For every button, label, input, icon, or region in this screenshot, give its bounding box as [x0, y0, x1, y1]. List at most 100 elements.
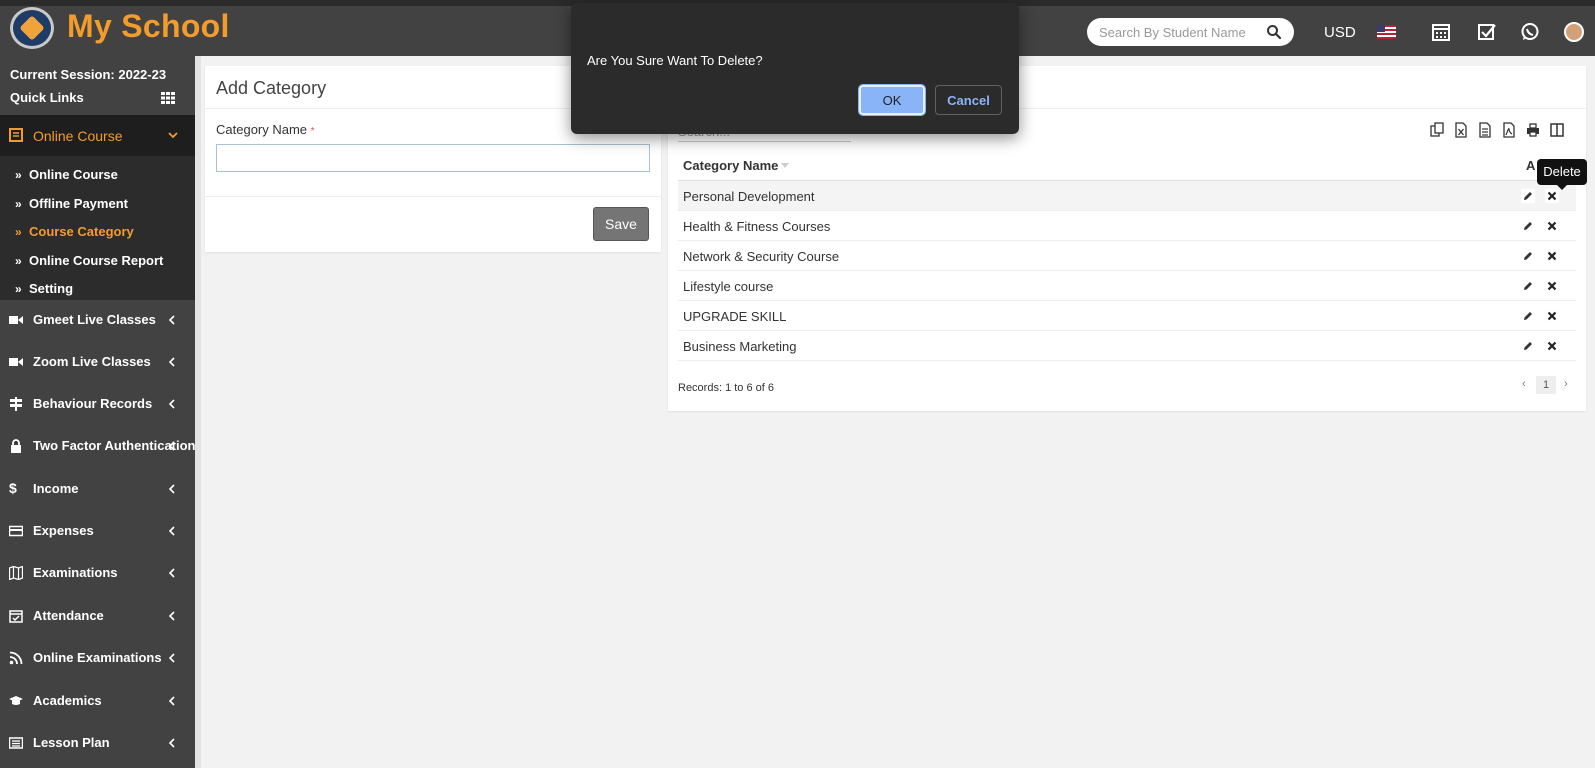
delete-x-icon[interactable]	[1545, 309, 1559, 323]
chevron-down-icon	[168, 132, 178, 139]
map-icon	[9, 566, 23, 580]
chevron-left-icon	[168, 357, 175, 367]
required-mark: *	[310, 126, 315, 137]
sidebar-item-behaviour[interactable]: Behaviour Records	[0, 384, 195, 424]
pencil-icon[interactable]	[1521, 309, 1535, 323]
current-session[interactable]: Current Session: 2022-23	[10, 67, 166, 82]
grid-icon[interactable]	[161, 92, 175, 104]
sidebar-item-lesson-plan[interactable]: Lesson Plan	[0, 723, 195, 763]
sidebar-item-gmeet[interactable]: Gmeet Live Classes	[0, 300, 195, 340]
submenu-online-course[interactable]: » Online Course	[15, 167, 118, 182]
sidebar-item-expenses[interactable]: Expenses	[0, 511, 195, 551]
pencil-icon[interactable]	[1521, 189, 1535, 203]
chevron-left-icon	[168, 611, 175, 621]
sidebar-item-online-course[interactable]: Online Course	[0, 115, 195, 156]
excel-icon[interactable]	[1454, 122, 1468, 138]
video-camera-icon	[9, 316, 23, 324]
whatsapp-icon[interactable]	[1520, 22, 1540, 42]
list-alt-icon	[9, 737, 23, 749]
search-icon[interactable]	[1266, 24, 1282, 40]
divider	[205, 196, 661, 197]
category-name-cell: Lifestyle course	[683, 279, 774, 294]
ok-button[interactable]: OK	[858, 84, 926, 116]
delete-x-icon[interactable]	[1545, 249, 1559, 263]
sidebar-item-online-examinations[interactable]: Online Examinations	[0, 638, 195, 678]
column-header-action: A	[1526, 158, 1536, 173]
category-name-cell: Personal Development	[683, 189, 815, 204]
sidebar-item-attendance[interactable]: Attendance	[0, 596, 195, 636]
task-check-icon[interactable]	[1477, 22, 1497, 42]
table-row: UPGRADE SKILL	[678, 301, 1576, 331]
sidebar: Current Session: 2022-23 Quick Links Onl…	[0, 56, 196, 768]
video-camera-icon	[9, 358, 23, 366]
graduation-cap-icon	[9, 696, 23, 705]
calendar-check-icon	[9, 610, 23, 623]
pdf-icon[interactable]	[1502, 122, 1516, 138]
confirm-delete-dialog: Are You Sure Want To Delete? OK Cancel	[571, 3, 1019, 134]
table-row: Network & Security Course	[678, 241, 1576, 271]
copy-icon[interactable]	[1430, 122, 1444, 138]
delete-tooltip: Delete	[1537, 159, 1587, 190]
school-logo-icon[interactable]	[10, 7, 54, 49]
table-row: Health & Fitness Courses	[678, 211, 1576, 241]
submenu-online-course-report[interactable]: » Online Course Report	[15, 253, 163, 268]
chevron-left-icon	[168, 568, 175, 578]
csv-icon[interactable]	[1478, 122, 1492, 138]
brand-title[interactable]: My School	[67, 8, 230, 45]
records-count: Records: 1 to 6 of 6	[678, 382, 774, 394]
pencil-icon[interactable]	[1521, 219, 1535, 233]
category-name-cell: UPGRADE SKILL	[683, 309, 787, 324]
category-name-cell: Business Marketing	[683, 339, 797, 354]
user-avatar[interactable]	[1564, 22, 1584, 42]
sidebar-item-examinations[interactable]: Examinations	[0, 553, 195, 593]
chevron-left-icon	[168, 484, 175, 494]
cancel-button[interactable]: Cancel	[935, 85, 1002, 115]
student-search-input[interactable]	[1099, 23, 1259, 41]
category-name-cell: Network & Security Course	[683, 249, 840, 264]
rss-icon	[9, 651, 23, 665]
pencil-icon[interactable]	[1521, 339, 1535, 353]
sort-down-icon[interactable]	[781, 163, 789, 168]
dialog-message: Are You Sure Want To Delete?	[587, 53, 763, 68]
delete-x-icon[interactable]	[1545, 279, 1559, 293]
pagination-page-1[interactable]: 1	[1536, 376, 1556, 394]
save-button[interactable]: Save	[593, 207, 649, 241]
us-flag-icon[interactable]	[1377, 25, 1396, 39]
delete-x-icon[interactable]	[1545, 189, 1559, 203]
sidebar-item-income[interactable]: $ Income	[0, 469, 195, 509]
sidebar-item-zoom[interactable]: Zoom Live Classes	[0, 342, 195, 382]
pagination-prev[interactable]: ‹	[1522, 378, 1526, 390]
chevron-left-icon	[168, 399, 175, 409]
quick-links[interactable]: Quick Links	[10, 90, 84, 105]
table-row: Lifestyle course	[678, 271, 1576, 301]
chevron-left-icon	[168, 441, 175, 451]
delete-x-icon[interactable]	[1545, 339, 1559, 353]
calendar-icon[interactable]	[1431, 22, 1451, 42]
submenu-course-category[interactable]: » Course Category	[15, 224, 134, 239]
submenu-setting[interactable]: » Setting	[15, 281, 73, 296]
pagination-next[interactable]: ›	[1564, 378, 1568, 390]
sidebar-item-two-factor[interactable]: Two Factor Authentication	[0, 426, 196, 466]
chevron-left-icon	[168, 738, 175, 748]
currency-selector[interactable]: USD	[1324, 24, 1356, 41]
chevron-left-icon	[168, 526, 175, 536]
table-row: Business Marketing	[678, 331, 1576, 361]
credit-card-icon	[9, 525, 23, 537]
delete-x-icon[interactable]	[1545, 219, 1559, 233]
columns-icon[interactable]	[1550, 122, 1564, 138]
dollar-icon: $	[9, 480, 17, 496]
double-chevron-icon: »	[15, 197, 22, 211]
category-name-cell: Health & Fitness Courses	[683, 219, 831, 234]
panel-title: Add Category	[216, 78, 327, 98]
print-icon[interactable]	[1526, 122, 1540, 138]
double-chevron-icon: »	[15, 282, 22, 296]
category-name-input[interactable]	[216, 144, 650, 172]
pencil-icon[interactable]	[1521, 279, 1535, 293]
sidebar-item-academics[interactable]: Academics	[0, 681, 195, 721]
column-header-category-name[interactable]: Category Name	[683, 158, 778, 173]
double-chevron-icon: »	[15, 168, 22, 182]
student-search-box	[1087, 18, 1294, 46]
submenu-offline-payment[interactable]: » Offline Payment	[15, 196, 128, 211]
pencil-icon[interactable]	[1521, 249, 1535, 263]
chevron-left-icon	[168, 315, 175, 325]
